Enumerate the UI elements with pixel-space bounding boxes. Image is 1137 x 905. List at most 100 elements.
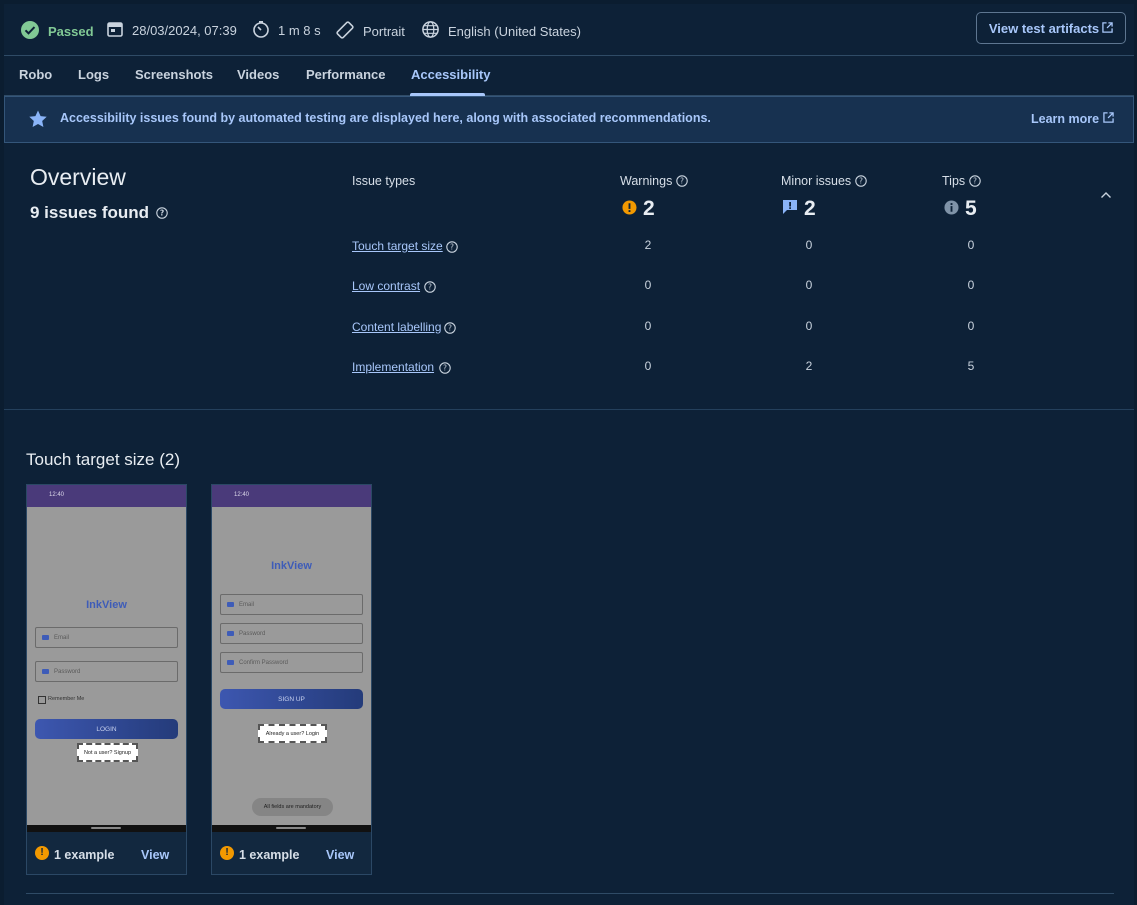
date-info: 28/03/2024, 07:39 bbox=[106, 20, 237, 41]
lock-icon bbox=[42, 669, 49, 674]
svg-text:?: ? bbox=[859, 177, 863, 186]
help-icon[interactable]: ? bbox=[444, 321, 456, 339]
mail-icon bbox=[227, 602, 234, 607]
cell-implementation-warnings: 0 bbox=[644, 359, 652, 373]
banner-text: Accessibility issues found by automated … bbox=[60, 111, 711, 125]
tips-header: Tips ? bbox=[942, 174, 981, 188]
minor-issues-label: Minor issues bbox=[781, 174, 852, 188]
tab-screenshots[interactable]: Screenshots bbox=[135, 67, 213, 82]
cell-contrast-tips: 0 bbox=[967, 278, 975, 292]
svg-text:?: ? bbox=[973, 177, 977, 186]
section-divider bbox=[4, 409, 1134, 410]
login-button: LOGIN bbox=[35, 719, 178, 739]
open-in-new-icon bbox=[1102, 21, 1113, 36]
feedback-icon bbox=[782, 197, 798, 221]
phone-nav-bar bbox=[27, 825, 186, 832]
password-field: Password bbox=[35, 661, 178, 682]
help-icon[interactable]: ? bbox=[439, 361, 451, 379]
info-icon bbox=[944, 197, 959, 221]
open-in-new-icon bbox=[1102, 112, 1114, 126]
svg-text:?: ? bbox=[443, 364, 447, 373]
orientation-info: Portrait bbox=[335, 20, 405, 43]
help-icon[interactable]: ? bbox=[968, 174, 981, 188]
locale-text: English (United States) bbox=[448, 23, 581, 39]
help-icon[interactable]: ? bbox=[854, 174, 867, 188]
email-placeholder: Email bbox=[239, 601, 255, 608]
view-test-artifacts-label: View test artifacts bbox=[988, 20, 1100, 36]
check-circle-icon bbox=[20, 20, 40, 43]
cell-touch-warnings: 2 bbox=[644, 238, 652, 252]
phone-status-bar: 12:40 bbox=[212, 485, 371, 507]
tab-videos[interactable]: Videos bbox=[237, 67, 279, 82]
password-field: Password bbox=[220, 623, 363, 644]
cell-touch-minor: 0 bbox=[805, 238, 813, 252]
app-title: InkView bbox=[86, 599, 127, 611]
mail-icon bbox=[42, 635, 49, 640]
help-icon[interactable]: ? bbox=[676, 174, 688, 188]
locale-info: English (United States) bbox=[421, 20, 581, 42]
issue-link-touch-target-size[interactable]: Touch target size bbox=[352, 239, 443, 253]
remember-label: Remember Me bbox=[48, 696, 85, 702]
screenshot-thumbnail[interactable]: 12:40 InkView Email Password Confirm Pas… bbox=[212, 485, 371, 832]
tips-label: Tips bbox=[942, 174, 966, 188]
date-text: 28/03/2024, 07:39 bbox=[132, 23, 237, 38]
issue-link-low-contrast[interactable]: Low contrast bbox=[352, 279, 420, 293]
svg-text:?: ? bbox=[448, 324, 452, 333]
help-icon[interactable]: ? bbox=[424, 280, 436, 298]
tab-logs[interactable]: Logs bbox=[78, 67, 109, 82]
view-test-artifacts-button[interactable]: View test artifacts bbox=[976, 12, 1126, 44]
collapse-chevron-up-icon[interactable] bbox=[1100, 186, 1112, 204]
confirm-password-field: Confirm Password bbox=[220, 652, 363, 673]
cell-implementation-tips: 5 bbox=[967, 359, 975, 373]
view-link[interactable]: View bbox=[141, 848, 169, 862]
cell-implementation-minor: 2 bbox=[805, 359, 813, 373]
confirm-password-placeholder: Confirm Password bbox=[239, 659, 289, 666]
tab-performance[interactable]: Performance bbox=[306, 67, 385, 82]
bottom-divider bbox=[26, 893, 1114, 894]
screenshot-thumbnail[interactable]: 12:40 InkView Email Password Remember Me… bbox=[27, 485, 186, 832]
globe-icon bbox=[421, 20, 440, 42]
issue-card-login[interactable]: 12:40 InkView Email Password Remember Me… bbox=[26, 484, 187, 875]
tips-total-value: 5 bbox=[965, 197, 977, 220]
overview-title: Overview bbox=[30, 164, 126, 190]
issues-found-count: 9 issues found ? bbox=[30, 203, 168, 224]
issue-link-implementation[interactable]: Implementation bbox=[352, 360, 434, 374]
warnings-header: Warnings ? bbox=[620, 174, 688, 188]
help-icon[interactable]: ? bbox=[446, 240, 458, 258]
tab-robo[interactable]: Robo bbox=[19, 67, 52, 82]
remember-checkbox bbox=[38, 696, 46, 704]
star-icon bbox=[28, 109, 48, 134]
warnings-label: Warnings bbox=[620, 174, 673, 188]
cell-touch-tips: 0 bbox=[967, 238, 975, 252]
email-placeholder: Email bbox=[54, 634, 70, 641]
issues-found-text: 9 issues found bbox=[30, 203, 150, 222]
tab-accessibility[interactable]: Accessibility bbox=[411, 67, 491, 82]
issue-types-header: Issue types bbox=[352, 174, 416, 188]
email-field: Email bbox=[220, 594, 363, 615]
learn-more-link[interactable]: Learn more bbox=[1031, 112, 1114, 126]
warning-icon bbox=[622, 197, 637, 221]
example-count: 1 example bbox=[54, 848, 115, 862]
duration-info: 1 m 8 s bbox=[252, 20, 321, 41]
password-placeholder: Password bbox=[54, 668, 81, 675]
test-summary-bar: Passed 28/03/2024, 07:39 1 m 8 s Portrai… bbox=[4, 4, 1134, 56]
cell-contrast-warnings: 0 bbox=[644, 278, 652, 292]
toast-message: All fields are mandatory bbox=[252, 798, 333, 816]
issue-link-content-labelling[interactable]: Content labelling bbox=[352, 320, 441, 334]
warnings-total: 2 bbox=[622, 197, 655, 221]
cell-contrast-minor: 0 bbox=[805, 278, 813, 292]
card-footer: ! 1 example View bbox=[27, 832, 186, 874]
warning-icon: ! bbox=[220, 846, 234, 860]
view-link[interactable]: View bbox=[326, 848, 354, 862]
screen-rotation-icon bbox=[335, 20, 355, 43]
card-footer: ! 1 example View bbox=[212, 832, 371, 874]
touch-target-highlight: Already a user? Login bbox=[258, 724, 327, 743]
touch-target-section-title: Touch target size (2) bbox=[26, 450, 181, 469]
phone-time: 12:40 bbox=[234, 492, 250, 498]
orientation-text: Portrait bbox=[363, 24, 405, 39]
help-icon[interactable]: ? bbox=[156, 204, 168, 224]
issue-card-signup[interactable]: 12:40 InkView Email Password Confirm Pas… bbox=[211, 484, 372, 875]
status-text: Passed bbox=[48, 24, 94, 39]
svg-text:?: ? bbox=[160, 208, 164, 217]
key-icon bbox=[227, 660, 234, 665]
